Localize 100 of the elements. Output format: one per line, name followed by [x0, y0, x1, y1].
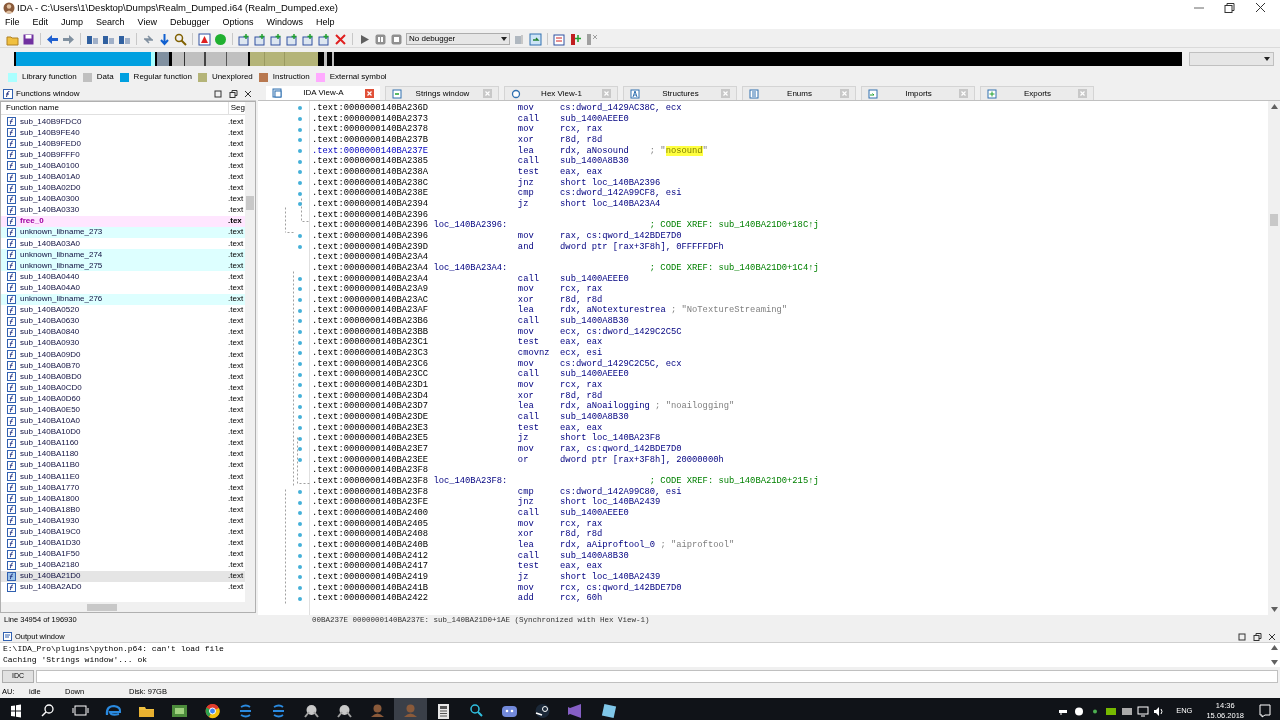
scrollbar[interactable] — [1, 602, 255, 612]
function-row[interactable]: sub_140BA0D60 .text — [1, 393, 245, 405]
scroll-thumb[interactable] — [1270, 214, 1278, 226]
function-row[interactable]: sub_140BA0B70 .text — [1, 360, 245, 372]
menu-item[interactable]: Options — [219, 16, 257, 29]
function-row[interactable]: sub_140BA1180 .text — [1, 448, 245, 460]
function-row[interactable]: sub_140BA18B0 .text — [1, 504, 245, 516]
add-item-icon[interactable] — [302, 32, 315, 46]
tab[interactable]: IDA View-A — [266, 86, 380, 100]
function-row[interactable]: sub_140BA0BD0 .text — [1, 371, 245, 383]
add-item-icon[interactable] — [286, 32, 299, 46]
tab[interactable]: Enums — [742, 86, 856, 100]
close-button[interactable] — [243, 88, 253, 99]
exchange-icon[interactable] — [142, 32, 155, 46]
function-row[interactable]: sub_140BA09D0 .text — [1, 348, 245, 361]
add-item-icon[interactable] — [238, 32, 251, 46]
float-button[interactable] — [228, 88, 238, 99]
close-button[interactable] — [1267, 631, 1277, 642]
scrollbar[interactable] — [245, 102, 255, 602]
function-row[interactable]: sub_140BA0100 .text — [1, 160, 245, 172]
function-row[interactable]: sub_140B9FDC0 .text — [1, 116, 245, 128]
function-row[interactable]: sub_140BA11E0 .text — [1, 471, 245, 483]
tab[interactable]: Structures — [623, 86, 737, 100]
float-button[interactable] — [1252, 631, 1262, 642]
function-row[interactable]: sub_140BA1D30 .text — [1, 537, 245, 549]
function-row[interactable]: sub_140BA0440 .text — [1, 271, 245, 283]
function-row[interactable]: sub_140BA0330 .text — [1, 204, 245, 216]
function-row[interactable]: sub_140BA1800 .text — [1, 493, 245, 505]
function-row[interactable]: free_0 .tex — [1, 215, 245, 227]
add-item-icon[interactable] — [318, 32, 331, 46]
function-row[interactable]: sub_140BA0520 .text — [1, 304, 245, 316]
tab[interactable]: Hex View-1 — [504, 86, 618, 100]
scrollbar[interactable] — [1268, 643, 1280, 667]
delete-icon[interactable] — [334, 32, 347, 46]
function-row[interactable]: sub_140BA2180 .text — [1, 559, 245, 571]
save-icon[interactable] — [22, 32, 35, 46]
function-row[interactable]: sub_140BA03A0 .text — [1, 238, 245, 250]
sync-icon[interactable] — [529, 32, 542, 46]
function-row[interactable]: sub_140BA0CD0 .text — [1, 382, 245, 394]
add-item-icon[interactable] — [270, 32, 283, 46]
function-row[interactable]: sub_140BA11B0 .text — [1, 459, 245, 471]
list-icon[interactable] — [553, 32, 566, 46]
function-row[interactable]: sub_140BA0300 .text — [1, 193, 245, 205]
function-row[interactable]: sub_140BA1770 .text — [1, 482, 245, 494]
function-row[interactable]: unknown_libname_275 .text — [1, 260, 245, 272]
navigation-band[interactable] — [14, 52, 1182, 66]
function-row[interactable]: sub_140BA21D0 .text — [1, 570, 245, 582]
function-row[interactable]: sub_140BA1160 .text — [1, 437, 245, 449]
scrollbar[interactable] — [1268, 101, 1280, 615]
function-row[interactable]: sub_140B9FE40 .text — [1, 127, 245, 139]
forward-arrow-icon[interactable] — [62, 32, 75, 46]
function-row[interactable]: sub_140BA04A0 .text — [1, 282, 245, 294]
menu-item[interactable]: Edit — [29, 16, 52, 29]
menu-item[interactable]: File — [2, 16, 23, 29]
network-icon[interactable] — [1136, 703, 1151, 719]
graph-icon[interactable] — [198, 32, 211, 46]
down-arrow-icon[interactable] — [158, 32, 171, 46]
function-row[interactable]: sub_140BA10A0 .text — [1, 415, 245, 427]
tab-close-button[interactable] — [365, 88, 374, 98]
function-row[interactable]: sub_140BA0630 .text — [1, 315, 245, 327]
scroll-up-icon[interactable] — [1270, 645, 1278, 650]
function-row[interactable]: sub_140BA1F50 .text — [1, 548, 245, 560]
function-row[interactable]: sub_140BA19C0 .text — [1, 526, 245, 538]
scroll-thumb[interactable] — [246, 196, 254, 210]
menu-item[interactable]: Jump — [58, 16, 87, 29]
function-row[interactable]: sub_140BA0930 .text — [1, 337, 245, 349]
function-row[interactable]: sub_140BA0840 .text — [1, 326, 245, 338]
function-row[interactable]: sub_140B9FED0 .text — [1, 138, 245, 150]
function-row[interactable]: sub_140BA1930 .text — [1, 515, 245, 527]
column-header[interactable]: Function name — [1, 102, 228, 114]
stop-icon[interactable] — [390, 32, 403, 46]
tab[interactable]: Exports — [980, 86, 1094, 100]
tab[interactable]: Imports — [861, 86, 975, 100]
add-item-icon[interactable] — [254, 32, 267, 46]
function-row[interactable]: sub_140BA0E50 .text — [1, 404, 245, 416]
menu-item[interactable]: Windows — [263, 16, 306, 29]
scroll-down-icon[interactable] — [1270, 607, 1278, 612]
function-row[interactable]: sub_140BA2AD0 .text — [1, 581, 245, 594]
command-input[interactable] — [36, 669, 1278, 683]
debugger-select[interactable]: No debugger — [406, 33, 510, 45]
function-row[interactable]: sub_140BA10D0 .text — [1, 426, 245, 438]
menu-item[interactable]: Search — [93, 16, 128, 29]
play-icon[interactable] — [358, 32, 371, 46]
menu-item[interactable]: View — [134, 16, 160, 29]
function-row[interactable]: sub_140BA01A0 .text — [1, 171, 245, 183]
add-breakpoint-icon[interactable] — [569, 32, 582, 46]
scroll-thumb[interactable] — [87, 603, 117, 611]
scroll-up-icon[interactable] — [1270, 104, 1278, 109]
tab[interactable]: Strings window — [385, 86, 499, 100]
scroll-down-icon[interactable] — [1270, 660, 1278, 665]
pause-icon[interactable] — [374, 32, 387, 46]
back-arrow-icon[interactable] — [46, 32, 59, 46]
menu-item[interactable]: Help — [313, 16, 338, 29]
function-row[interactable]: unknown_libname_274 .text — [1, 249, 245, 261]
function-row[interactable]: sub_140BA02D0 .text — [1, 182, 245, 194]
menu-item[interactable]: Debugger — [166, 16, 213, 29]
function-row[interactable]: unknown_libname_276 .text — [1, 293, 245, 305]
function-row[interactable]: sub_140B9FFF0 .text — [1, 149, 245, 161]
maximize-button[interactable] — [213, 88, 223, 99]
maximize-button[interactable] — [1237, 631, 1247, 642]
